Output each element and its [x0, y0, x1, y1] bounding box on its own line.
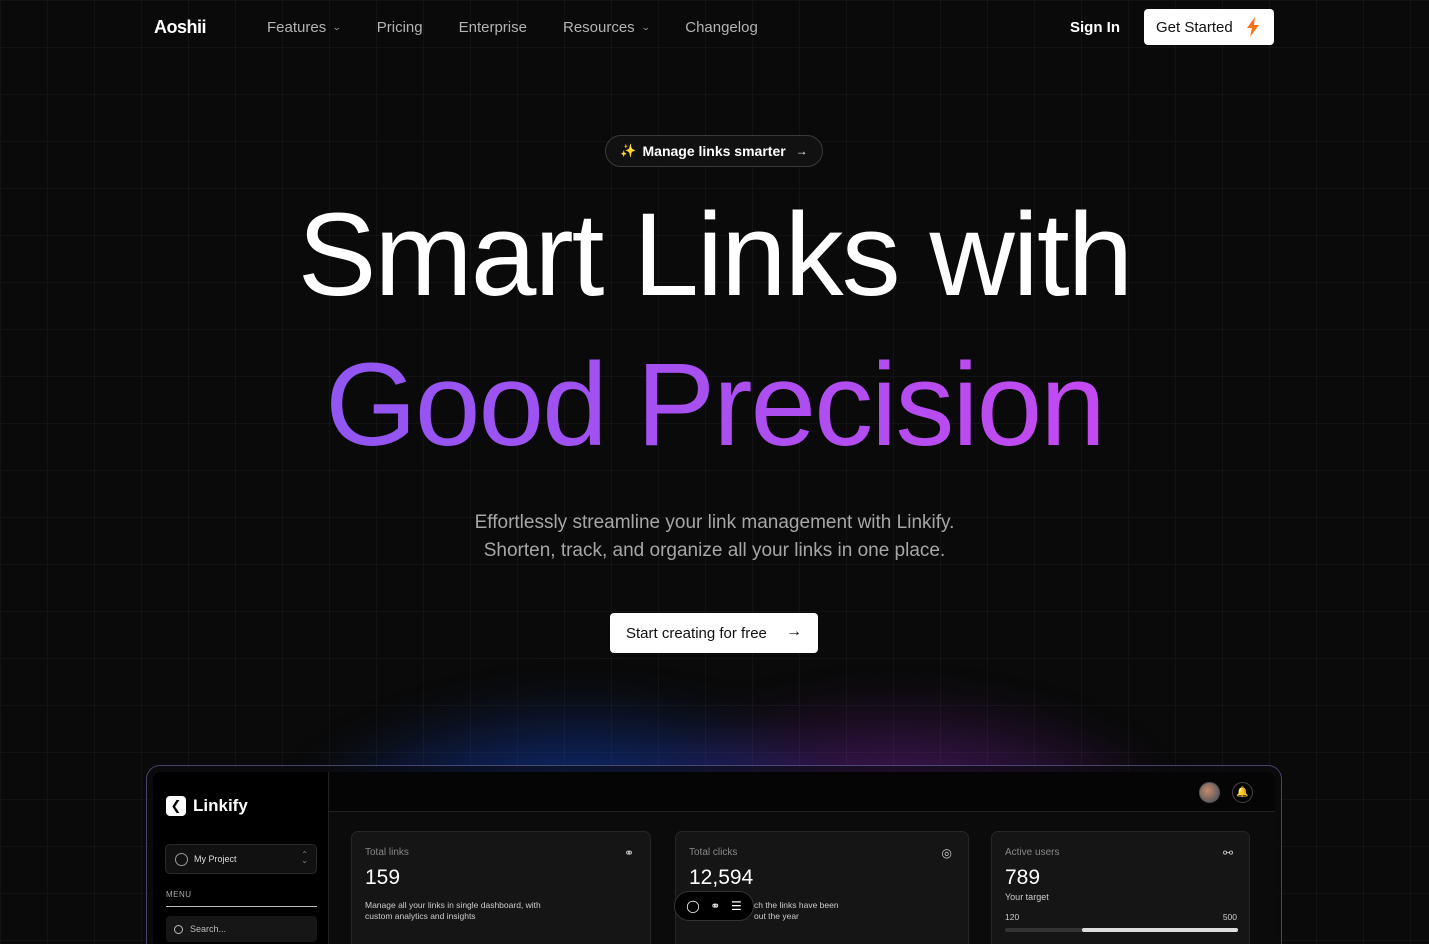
range-min: 120 — [1005, 912, 1020, 922]
nav-enterprise[interactable]: Enterprise — [459, 19, 527, 36]
pointer-click-icon: ◎ — [941, 846, 952, 860]
avatar[interactable] — [1199, 782, 1220, 803]
top-nav: Aoshii Features ⌄ Pricing Enterprise Reso… — [0, 0, 1429, 54]
subheadline-line-1: Effortlessly streamline your link manage… — [474, 512, 955, 533]
card-description: ch the links have been out the year — [754, 900, 839, 921]
users-icon: ⚯ — [1222, 846, 1233, 860]
chevron-down-icon: ⌄ — [640, 22, 651, 32]
card-description: Manage all your links in single dashboar… — [365, 900, 541, 921]
stat-card-total-links: Total links ⚭ 159 Manage all your links … — [351, 831, 651, 944]
dashboard-topbar: 🔔 — [329, 772, 1275, 812]
card-value: 159 — [365, 866, 401, 889]
subheadline-line-2: Shorten, track, and organize all your li… — [483, 540, 946, 561]
logo[interactable]: Aoshii — [154, 17, 207, 38]
linkify-logo-icon: ❮ — [166, 796, 186, 816]
project-name: My Project — [194, 854, 237, 864]
sign-in-link[interactable]: Sign In — [1070, 19, 1120, 36]
start-creating-button[interactable]: Start creating for free → — [610, 613, 818, 653]
bolt-icon — [1247, 17, 1259, 37]
target-label: Your target — [1005, 892, 1049, 902]
sparkle-icon: ✨ — [620, 143, 637, 158]
sidebar: ❮ Linkify My Project ⌃ ⌄ MENU Search... — [153, 772, 329, 944]
nav-features[interactable]: Features ⌄ — [267, 19, 342, 36]
card-title: Total clicks — [689, 847, 738, 858]
headline-line-1: Smart Links with — [297, 189, 1134, 321]
headline-line-2: Good Precision — [0, 346, 1429, 464]
search-input[interactable]: Search... — [166, 916, 317, 942]
chevron-down-icon: ⌄ — [332, 22, 342, 32]
stat-card-active-users: Active users ⚯ 789 Your target 120 500 — [991, 831, 1250, 944]
hero-badge[interactable]: ✨ Manage links smarter → — [605, 135, 823, 167]
link-icon[interactable]: ⚭ — [710, 899, 720, 913]
get-started-label: Get Started — [1156, 18, 1233, 36]
card-value: 12,594 — [689, 866, 754, 889]
target-progress-bar — [1005, 928, 1238, 932]
menu-divider — [166, 906, 317, 907]
nav-resources[interactable]: Resources ⌄ — [562, 19, 651, 36]
card-title: Active users — [1005, 847, 1060, 858]
progress-fill — [1081, 928, 1238, 932]
nav-resources-label: Resources — [562, 19, 635, 36]
floating-toolbar: ◯ ⚭ ☰ — [674, 891, 754, 921]
search-placeholder: Search... — [190, 924, 227, 934]
nav-features-label: Features — [267, 19, 327, 36]
nav-changelog[interactable]: Changelog — [685, 19, 758, 36]
menu-label: MENU — [166, 890, 192, 899]
link-icon: ⚭ — [623, 846, 634, 860]
list-icon[interactable]: ☰ — [731, 899, 742, 913]
stat-card-total-clicks: Total clicks ◎ 12,594 ch the links have … — [675, 831, 969, 944]
chat-bubble-icon[interactable]: ◯ — [686, 899, 699, 913]
nav-links: Features ⌄ Pricing Enterprise Resources ⌄ … — [267, 19, 794, 36]
range-max: 500 — [1222, 912, 1237, 922]
cta-label: Start creating for free — [626, 624, 767, 642]
search-icon — [174, 924, 183, 934]
arrow-right-icon: → — [795, 144, 808, 158]
bell-icon[interactable]: 🔔 — [1232, 782, 1253, 803]
app-logo[interactable]: ❮ Linkify — [166, 796, 248, 816]
nav-pricing[interactable]: Pricing — [377, 19, 423, 36]
card-value: 789 — [1005, 866, 1041, 889]
arrow-right-icon: → — [786, 623, 802, 640]
chevron-updown-icon: ⌃ ⌄ — [301, 850, 308, 865]
app-name: Linkify — [193, 796, 248, 815]
hero-badge-label: Manage links smarter — [642, 143, 786, 159]
card-title: Total links — [365, 847, 409, 858]
project-selector[interactable]: My Project ⌃ ⌄ — [165, 844, 317, 874]
get-started-button[interactable]: Get Started — [1144, 9, 1274, 45]
user-circle-icon — [175, 852, 188, 866]
